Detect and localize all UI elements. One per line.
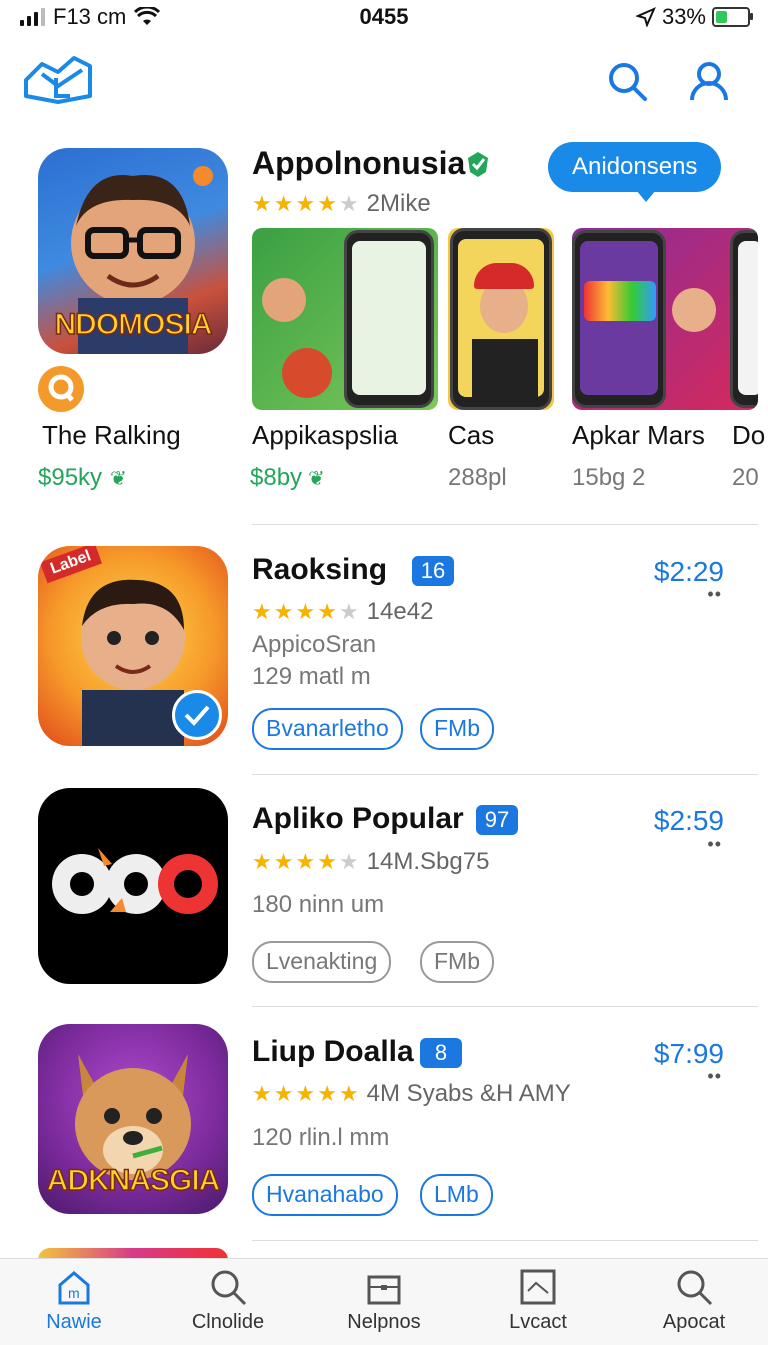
more-icon[interactable]: ••: [707, 1066, 722, 1087]
size-pill[interactable]: FMb: [420, 941, 494, 983]
search-icon[interactable]: [606, 60, 648, 102]
rank-badge: 16: [412, 556, 454, 586]
app-title[interactable]: Apliko Popular: [252, 802, 464, 836]
search-icon: [211, 1270, 247, 1306]
screenshot-3[interactable]: [572, 228, 758, 410]
tab-label: Clnolide: [191, 1311, 265, 1333]
leaf-icon: ❦: [110, 468, 127, 490]
rating-count: 14e42: [366, 598, 434, 625]
tab-account[interactable]: Apocat: [634, 1267, 754, 1334]
rating-stars: ★ ★ ★ ★ ★: [252, 849, 359, 874]
rating-count: 4M Syabs &H AMY: [366, 1080, 571, 1107]
featured-tooltip-button[interactable]: Anidonsens: [548, 142, 722, 202]
category-pill[interactable]: Bvanarletho: [252, 708, 403, 750]
leaf-icon: ❦: [308, 468, 325, 490]
featured-item-price: $95ky: [38, 464, 103, 491]
app-size: 180 ninn um: [252, 891, 385, 918]
tab-contact[interactable]: Lvcact: [478, 1267, 598, 1334]
featured-rating: ★ ★ ★ ★ ★ 2Mike: [252, 190, 431, 218]
featured-item-name[interactable]: Do: [732, 420, 765, 451]
app-rating: ★ ★ ★ ★ ★ 4M Syabs &H AMY: [252, 1080, 571, 1108]
profile-icon[interactable]: [688, 60, 730, 102]
featured-badge-icon: [38, 366, 84, 412]
featured-item-price: $8by: [250, 464, 303, 491]
app-size: 120 rlin.l mm: [252, 1124, 390, 1151]
icon-text: ADKNASGIA: [46, 1163, 221, 1198]
featured-item-price: 288pl: [448, 464, 507, 491]
tab-label: Nelpnos: [347, 1311, 421, 1333]
rating-count: 14M.Sbg75: [366, 848, 490, 875]
tab-apps[interactable]: Nelpnos: [324, 1267, 444, 1334]
screenshot-2[interactable]: [448, 228, 554, 410]
app-title[interactable]: Liup Doalla: [252, 1035, 414, 1069]
app-icon[interactable]: ADKNASGIA: [38, 1024, 228, 1214]
category-pill[interactable]: Lvenakting: [252, 941, 392, 983]
tab-bar: m Nawie Clnolide Nelpnos Lvcact Apocat: [0, 1258, 768, 1345]
app-logo-icon[interactable]: [22, 52, 94, 108]
price-button[interactable]: $2:59: [654, 805, 724, 837]
app-size: 129 matl m: [252, 663, 371, 690]
battery-percent: 33%: [661, 4, 706, 29]
featured-item-name[interactable]: The Ralking: [42, 420, 181, 451]
home-icon: m: [58, 1271, 90, 1305]
screenshot-1[interactable]: [252, 228, 438, 410]
search-icon: [677, 1270, 713, 1306]
rank-badge: 8: [420, 1038, 462, 1068]
rating-stars: ★ ★ ★ ★ ★: [252, 599, 359, 624]
message-icon: [520, 1269, 556, 1305]
app-icon[interactable]: Label: [38, 546, 228, 746]
rating-stars: ★ ★ ★ ★ ★: [252, 191, 359, 216]
tab-search[interactable]: Clnolide: [168, 1267, 288, 1334]
divider: [252, 774, 758, 775]
tab-label: Lvcact: [509, 1311, 567, 1333]
featured-item-name[interactable]: Cas: [448, 420, 494, 451]
featured-title[interactable]: Appolnonusia: [252, 145, 465, 182]
verified-icon: [468, 152, 488, 177]
battery-icon: [712, 7, 753, 27]
size-pill[interactable]: FMb: [420, 708, 494, 750]
tab-home[interactable]: m Nawie: [14, 1267, 134, 1334]
divider: [252, 1006, 758, 1007]
status-right: 33%: [635, 4, 753, 30]
app-subtitle: AppicoSran: [252, 631, 377, 658]
featured-icon-text: NDOMOSIA: [54, 307, 214, 342]
app-rating: ★ ★ ★ ★ ★ 14M.Sbg75: [252, 848, 489, 876]
app-rating: ★ ★ ★ ★ ★ 14e42: [252, 598, 433, 626]
category-pill[interactable]: Hvanahabo: [252, 1174, 398, 1216]
more-icon[interactable]: ••: [707, 834, 722, 855]
featured-item-name[interactable]: Appikaspslia: [252, 420, 398, 451]
app-icon[interactable]: [38, 788, 228, 984]
app-title[interactable]: Raoksing: [252, 553, 387, 587]
svg-text:m: m: [68, 1285, 80, 1301]
featured-item-name[interactable]: Apkar Mars: [572, 420, 705, 451]
size-pill[interactable]: LMb: [420, 1174, 493, 1216]
location-icon: [635, 7, 656, 27]
rating-stars: ★ ★ ★ ★ ★: [252, 1081, 359, 1106]
rank-badge: 97: [476, 805, 518, 835]
briefcase-icon: [367, 1275, 401, 1305]
more-icon[interactable]: ••: [707, 584, 722, 605]
featured-app-icon[interactable]: NDOMOSIA: [38, 148, 228, 354]
featured-rating-count: 2Mike: [366, 190, 431, 217]
tab-label: Nawie: [46, 1311, 102, 1333]
checkmark-icon: [172, 690, 222, 740]
featured-item-price: 20: [732, 464, 759, 491]
status-bar: F13 cm 0455 33%: [0, 0, 768, 34]
infinity-logo-icon: [52, 848, 218, 914]
divider: [252, 1240, 758, 1241]
tab-label: Apocat: [662, 1311, 726, 1333]
divider: [252, 524, 758, 525]
featured-item-price: 15bg 2: [572, 464, 646, 491]
